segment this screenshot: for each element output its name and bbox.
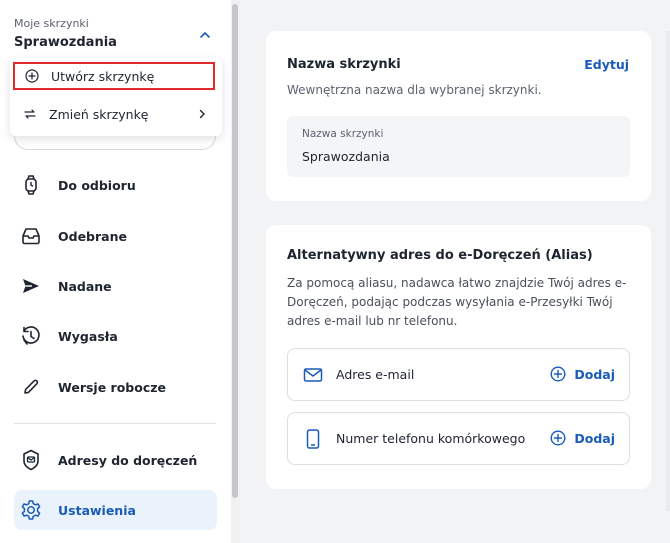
inbox-icon <box>20 225 42 247</box>
field-label: Nazwa skrzynki <box>302 128 384 140</box>
change-mailbox-label: Zmień skrzynkę <box>49 106 149 122</box>
plus-circle-icon <box>550 430 566 446</box>
sidebar: Moje skrzynki Sprawozdania Do odbioru Od… <box>0 0 232 543</box>
chevron-right-icon <box>199 109 205 119</box>
nav-label: Do odbioru <box>58 177 136 193</box>
mailbox-caption: Moje skrzynki <box>14 17 89 30</box>
add-phone-button[interactable]: Dodaj <box>550 430 615 446</box>
card-description: Za pomocą aliasu, nadawca łatwo znajdzie… <box>287 274 626 331</box>
alias-card: Alternatywny adres do e-Doręczeń (Alias)… <box>266 225 651 489</box>
phone-alias-label: Numer telefonu komórkowego <box>336 431 526 446</box>
description-line: adres e-mail lub nr telefonu. <box>287 314 458 328</box>
field-value: Sprawozdania <box>302 149 390 164</box>
sidebar-scrollbar[interactable] <box>232 4 238 498</box>
plus-circle-icon <box>550 366 566 382</box>
change-mailbox-item[interactable]: Zmień skrzynkę <box>13 100 215 128</box>
sidebar-divider <box>14 423 216 424</box>
nav-item-wygasla[interactable]: Wygasła <box>14 316 217 356</box>
nav-item-ustawienia[interactable]: Ustawienia <box>14 490 217 530</box>
mailbox-dropdown-menu: Utwórz skrzynkę Zmień skrzynkę <box>10 58 222 136</box>
edit-link[interactable]: Edytuj <box>584 57 629 72</box>
card-description: Wewnętrzna nazwa dla wybranej skrzynki. <box>287 83 542 97</box>
description-line: Doręczeń, podając podczas wysyłania e-Pr… <box>287 295 613 309</box>
envelope-icon <box>303 365 323 385</box>
badge-icon <box>20 449 42 471</box>
nav-item-adresy-do-doreczen[interactable]: Adresy do doręczeń <box>14 440 217 480</box>
nav-item-nadane[interactable]: Nadane <box>14 266 217 306</box>
mailbox-switcher[interactable]: Moje skrzynki Sprawozdania <box>14 17 219 57</box>
switch-arrows-icon <box>23 107 37 121</box>
nav-label: Odebrane <box>58 228 127 244</box>
nav-item-odebrane[interactable]: Odebrane <box>14 216 217 256</box>
phone-alias-row: Numer telefonu komórkowego Dodaj <box>287 412 630 465</box>
nav-label: Wygasła <box>58 328 118 344</box>
send-icon <box>20 275 42 297</box>
nav-item-do-odbioru[interactable]: Do odbioru <box>14 165 217 205</box>
create-mailbox-item[interactable]: Utwórz skrzynkę <box>13 62 215 90</box>
nav-label: Wersje robocze <box>58 379 166 395</box>
email-alias-label: Adres e-mail <box>336 367 415 382</box>
card-title: Alternatywny adres do e-Doręczeń (Alias) <box>287 248 593 263</box>
nav-label: Ustawienia <box>58 502 136 518</box>
pencil-icon <box>20 376 42 398</box>
watch-icon <box>20 174 42 196</box>
phone-icon <box>303 428 323 449</box>
create-mailbox-label: Utwórz skrzynkę <box>51 68 155 84</box>
plus-circle-icon <box>25 69 39 83</box>
mailbox-name-card: Nazwa skrzynki Edytuj Wewnętrzna nazwa d… <box>266 31 651 201</box>
nav-label: Adresy do doręczeń <box>58 452 198 468</box>
add-label: Dodaj <box>574 366 615 382</box>
description-line: Za pomocą aliasu, nadawca łatwo znajdzie… <box>287 276 627 290</box>
add-email-button[interactable]: Dodaj <box>550 366 615 382</box>
gear-icon <box>20 499 42 521</box>
mailbox-name-field: Nazwa skrzynki Sprawozdania <box>287 116 630 177</box>
email-alias-row: Adres e-mail Dodaj <box>287 348 630 401</box>
card-title: Nazwa skrzynki <box>287 57 401 72</box>
chevron-up-icon[interactable] <box>199 29 211 41</box>
clock-expired-icon <box>20 325 42 347</box>
add-label: Dodaj <box>574 430 615 446</box>
nav-item-wersje-robocze[interactable]: Wersje robocze <box>14 367 217 407</box>
mailbox-name: Sprawozdania <box>14 35 117 50</box>
nav-label: Nadane <box>58 278 112 294</box>
next-column-edge <box>666 31 670 511</box>
